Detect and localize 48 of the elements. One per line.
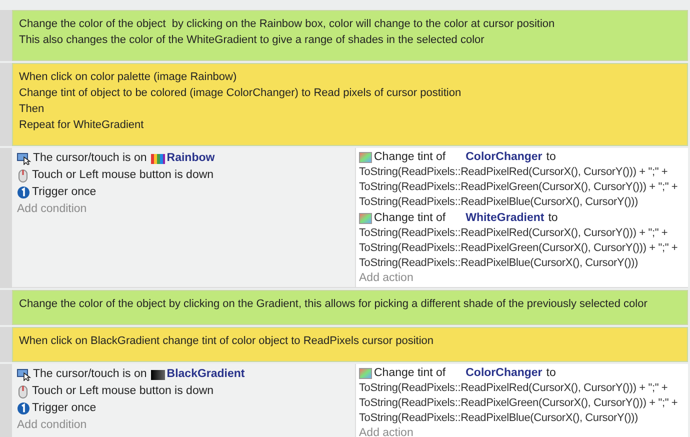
- rainbow-swatch-icon: [150, 154, 165, 164]
- condition-text[interactable]: Touch or Left mouse button is down: [32, 383, 214, 400]
- comment-text: Change tint of object to be colored (image ColorChanger) to Read pixels of cursor postition: [19, 86, 462, 101]
- comment-text: Change the color of the object by clicking on the Gradient, this allows for picking a different shade of the previously selected color: [19, 297, 648, 312]
- comment-text: When click on BlackGradient change tint of color object to ReadPixels cursor position: [19, 334, 435, 349]
- expression-line: ToString(ReadPixels::ReadPixelBlue(CursorX(), CursorY())): [359, 256, 639, 271]
- condition-text[interactable]: The cursor/touch is on: [33, 366, 147, 383]
- expression-line: ToString(ReadPixels::ReadPixelGreen(CursorX(), CursorY())) + ";" +: [359, 180, 679, 195]
- expression-line: ToString(ReadPixels::ReadPixelBlue(CursorX(), CursorY())): [359, 195, 639, 210]
- object-name: BlackGradient: [166, 367, 245, 382]
- mouse-icon: [17, 384, 29, 398]
- condition-text[interactable]: Trigger once: [32, 184, 96, 201]
- comment-text: Then: [19, 102, 46, 117]
- object-name: ColorChanger: [466, 150, 542, 165]
- expression-line: ToString(ReadPixels::ReadPixelRed(CursorX(), CursorY())) + ";" +: [359, 165, 669, 180]
- block-gutter: [0, 327, 12, 362]
- expression-line: ToString(ReadPixels::ReadPixelGreen(CursorX(), CursorY())) + ";" +: [359, 241, 679, 256]
- cursor-icon: [17, 368, 31, 381]
- gradient-swatch-icon: [150, 370, 165, 380]
- block-gutter: [0, 290, 12, 325]
- number-one-icon: [17, 186, 30, 199]
- expression-line: ToString(ReadPixels::ReadPixelRed(CursorX(), CursorY())) + ";" +: [359, 226, 669, 241]
- action-text: to: [546, 150, 556, 165]
- condition-text[interactable]: Touch or Left mouse button is down: [32, 167, 214, 184]
- action-text[interactable]: Change tint of: [374, 149, 446, 165]
- tint-icon: [359, 212, 372, 224]
- cursor-icon: [17, 152, 31, 165]
- object-name: Rainbow: [166, 151, 215, 166]
- comment-text: Repeat for WhiteGradient: [19, 118, 145, 133]
- tint-icon: [359, 368, 372, 378]
- expression-line: ToString(ReadPixels::ReadPixelGreen(CursorX(), CursorY())) + ";" +: [359, 396, 679, 411]
- tint-icon: [359, 152, 372, 162]
- condition-text[interactable]: Trigger once: [32, 400, 96, 417]
- action-text[interactable]: Change tint of: [374, 210, 446, 226]
- action-text: to: [548, 211, 558, 226]
- mouse-icon: [17, 168, 29, 182]
- comment-text: This also changes the color of the WhiteGradient to give a range of shades in the selected color: [19, 33, 486, 48]
- action-text: to: [546, 366, 556, 381]
- object-name: ColorChanger: [466, 366, 542, 381]
- action-text[interactable]: Change tint of: [374, 365, 446, 381]
- comment-text: When click on color palette (image Rainbow): [19, 70, 238, 85]
- condition-text[interactable]: The cursor/touch is on: [33, 150, 147, 167]
- expression-line: ToString(ReadPixels::ReadPixelRed(CursorX(), CursorY())) + ";" +: [359, 381, 669, 396]
- object-name: WhiteGradient: [466, 211, 544, 226]
- expression-line: ToString(ReadPixels::ReadPixelBlue(CursorX(), CursorY())): [359, 411, 639, 426]
- comment-text: Change the color of the object by clicking on the Rainbow box, color will change to the color at cursor position: [19, 17, 556, 32]
- block-gutter: [0, 10, 12, 61]
- number-one-icon: [17, 402, 30, 415]
